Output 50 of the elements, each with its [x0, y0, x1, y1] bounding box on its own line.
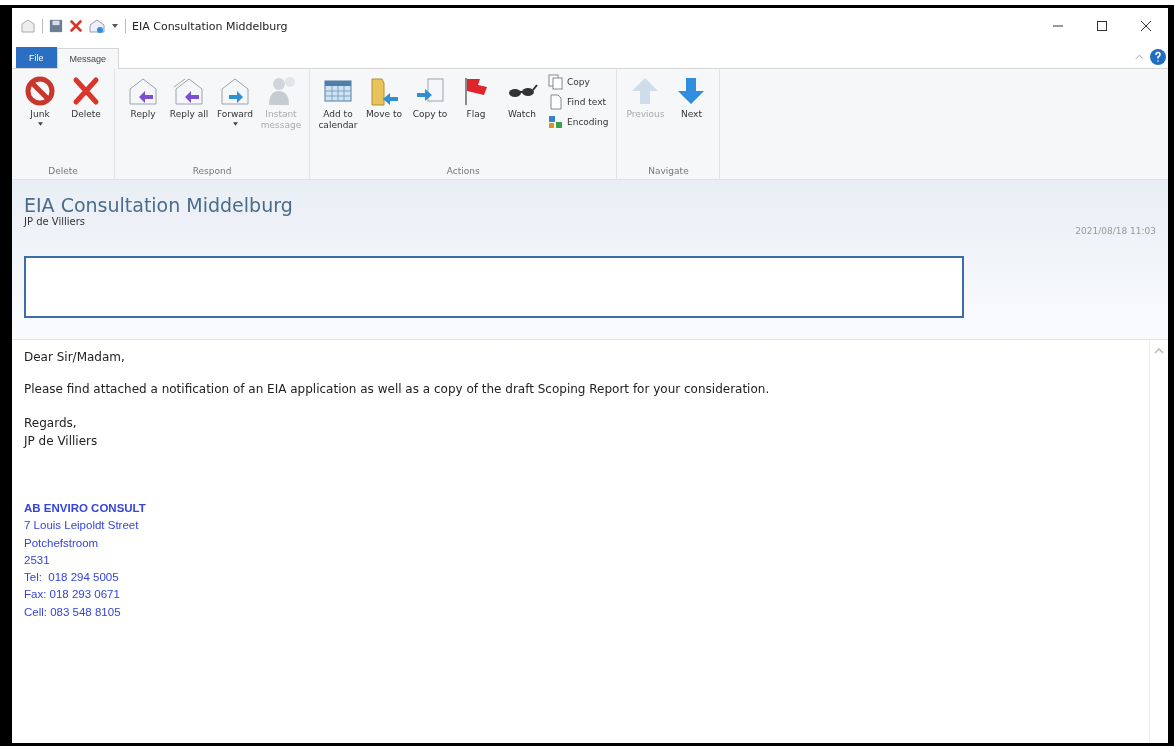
move-icon — [368, 75, 400, 107]
sender-name: JP de Villiers — [24, 216, 87, 227]
maximize-icon — [1097, 21, 1107, 31]
ribbon-button[interactable]: Flag — [454, 73, 498, 122]
signature-line: 7 Louis Leipoldt Street — [24, 518, 140, 534]
encoding-icon — [548, 114, 564, 130]
junk-icon — [24, 75, 56, 107]
ribbon-button[interactable]: Reply — [121, 73, 165, 122]
ribbon-button[interactable]: Find text — [546, 93, 611, 111]
envelope-icon[interactable] — [89, 18, 105, 34]
group-label: Delete — [47, 166, 79, 176]
signature-line: Cell: 083 548 8105 — [24, 604, 122, 620]
group-label: Navigate — [647, 166, 690, 176]
ribbon-button[interactable]: Copy to — [408, 73, 452, 122]
page-icon — [548, 94, 564, 110]
group-label: Actions — [445, 166, 481, 176]
file-tab[interactable]: File — [16, 47, 57, 68]
signature-line: Potchefstroom — [24, 535, 100, 551]
ribbon-button[interactable]: Copy — [546, 73, 611, 91]
save-icon[interactable] — [49, 19, 63, 33]
group-label: Respond — [191, 166, 233, 176]
window-title: EIA Consultation Middelburg — [132, 19, 288, 33]
ribbon-button[interactable]: Delete — [64, 73, 108, 122]
body-paragraph: Dear Sir/Madam, — [24, 350, 126, 364]
signature-line: Tel: 018 294 5005 — [24, 570, 120, 585]
scroll-up-icon[interactable] — [1154, 348, 1164, 354]
delete-icon[interactable] — [69, 19, 83, 33]
ribbon-button[interactable]: Reply all — [167, 73, 211, 122]
company-name: AB ENVIRO CONSULT — [24, 501, 147, 516]
message-subject: EIA Consultation Middelburg — [24, 194, 293, 216]
close-icon — [1141, 21, 1151, 31]
closing-line: Regards, — [24, 415, 78, 432]
signature-line: 2531 — [24, 552, 51, 568]
body-paragraph: Please find attached a notification of an EIA application as well as a copy of the draft Scoping Report for your consideration. — [24, 382, 771, 396]
collapse-ribbon-icon[interactable] — [1135, 54, 1144, 60]
ribbon-button[interactable]: Watch — [500, 73, 544, 122]
help-icon[interactable] — [1150, 49, 1166, 65]
ribbon-button[interactable]: Add to calendar — [316, 73, 360, 133]
ribbon-button[interactable]: Move to — [362, 73, 406, 122]
copy-icon — [548, 74, 564, 90]
ribbon-tab[interactable]: Message — [56, 48, 120, 69]
ribbon-button[interactable]: Encoding — [546, 113, 611, 131]
message-date: 2021/08/18 11:03 — [1075, 226, 1156, 236]
mail-icon[interactable] — [20, 18, 36, 34]
ribbon-button[interactable]: Junk — [18, 73, 62, 128]
dropdown-icon[interactable] — [111, 22, 119, 30]
signature-line: Fax: 018 293 0671 — [24, 587, 121, 603]
ribbon-button[interactable]: Forward — [213, 73, 257, 128]
ribbon-button[interactable]: Next — [669, 73, 714, 122]
closing-line: JP de Villiers — [24, 433, 99, 450]
